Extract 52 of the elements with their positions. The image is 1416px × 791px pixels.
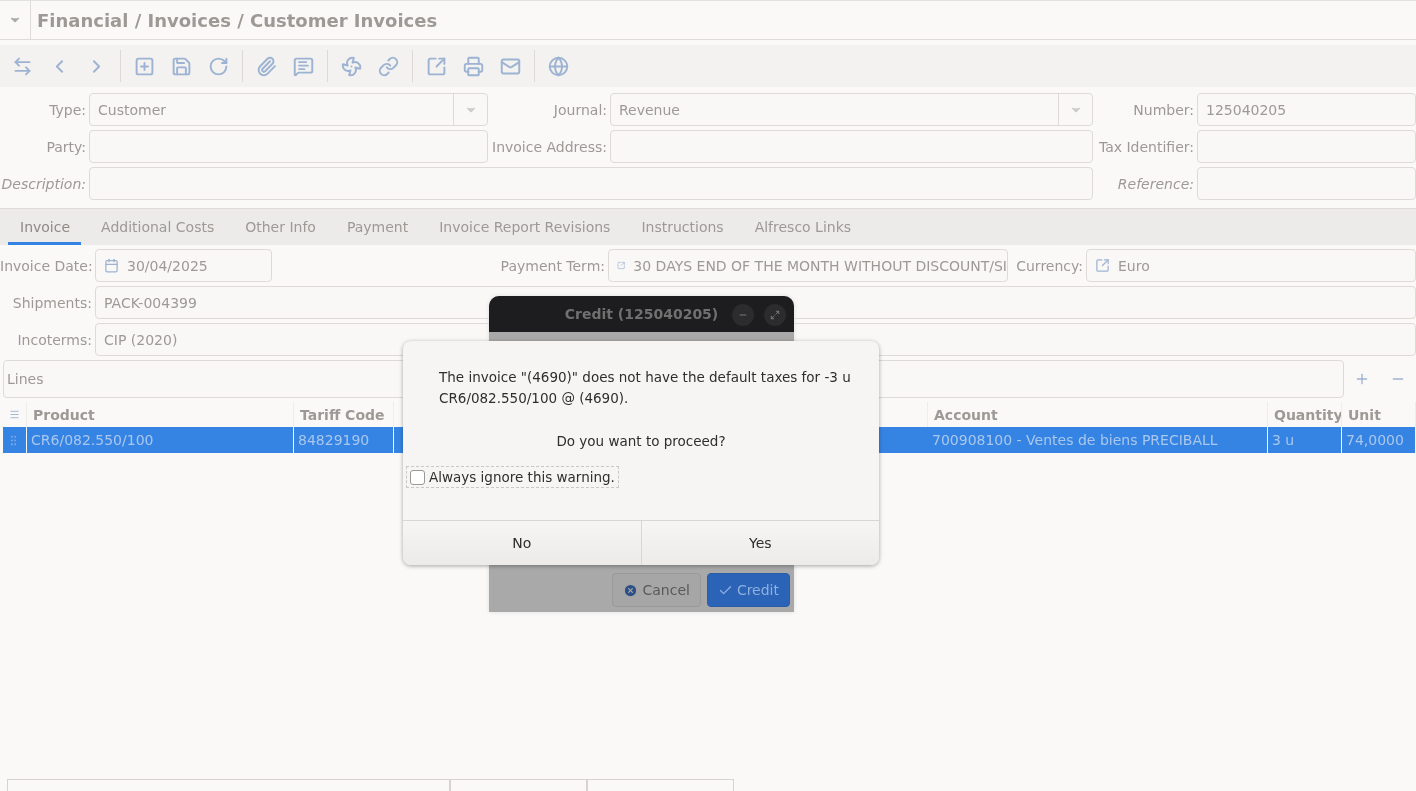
- tab[interactable]: Additional Costs: [89, 209, 226, 245]
- date-field[interactable]: 30/04/2025: [95, 249, 272, 282]
- credit-button[interactable]: Credit: [706, 573, 790, 607]
- tab[interactable]: Alfresco Links: [742, 209, 863, 245]
- ignore-checkbox[interactable]: Always ignore this warning.: [406, 466, 619, 488]
- open-external-icon[interactable]: [1095, 258, 1110, 273]
- tab[interactable]: Other Info: [233, 209, 327, 245]
- no-button[interactable]: No: [403, 521, 641, 565]
- field-label: Journal:: [552, 101, 607, 118]
- select-field[interactable]: Customer: [89, 93, 488, 126]
- input-field[interactable]: Euro: [1086, 249, 1416, 282]
- field-label: Incoterms:: [16, 331, 92, 348]
- cancel-button[interactable]: Cancel: [612, 573, 701, 607]
- select-field[interactable]: Revenue: [610, 93, 1093, 126]
- field-label: Reference:: [1116, 175, 1194, 192]
- tab[interactable]: Payment: [334, 209, 420, 245]
- table-cell: 74,0000: [1342, 427, 1416, 453]
- table-cell: 3 u: [1268, 427, 1342, 453]
- field-label: Party:: [45, 138, 86, 155]
- input-field[interactable]: 125040205: [1197, 93, 1416, 126]
- window-title: Credit (125040205): [564, 306, 719, 322]
- field-label: Shipments:: [11, 294, 92, 311]
- input-field[interactable]: [1197, 130, 1416, 163]
- table-cell: 84829190: [294, 427, 394, 453]
- field-label: Invoice Address:: [491, 138, 607, 155]
- minimize-button[interactable]: [732, 304, 754, 326]
- input-field[interactable]: [610, 130, 1093, 163]
- maximize-icon: [770, 310, 780, 320]
- input-field[interactable]: [89, 130, 488, 163]
- maximize-button[interactable]: [764, 304, 786, 326]
- tab[interactable]: Invoice: [8, 209, 82, 245]
- field-label: Currency:: [1015, 257, 1083, 274]
- table-cell: 700908100 - Ventes de biens PRECIBALL: [928, 427, 1268, 453]
- calendar-icon: [104, 258, 119, 273]
- cancel-icon: [623, 582, 639, 598]
- field-label: Invoice Date:: [0, 257, 92, 274]
- question-text: Do you want to proceed?: [555, 433, 727, 449]
- field-label: Type:: [48, 101, 86, 118]
- tab[interactable]: Instructions: [629, 209, 735, 245]
- table-cell: CR6/082.550/100: [27, 427, 294, 453]
- yes-button[interactable]: Yes: [640, 521, 879, 565]
- field-label: Description:: [0, 175, 86, 192]
- field-label: Tax Identifier:: [1097, 138, 1194, 155]
- field-label: Payment Term:: [499, 257, 605, 274]
- tab-title: Financial / Invoices / Customer Invoices: [36, 9, 438, 31]
- input-field[interactable]: 30 DAYS END OF THE MONTH WITHOUT DISCOUNT/SI: [608, 249, 1008, 282]
- field-label: Number:: [1132, 101, 1194, 118]
- input-field[interactable]: [1197, 167, 1416, 200]
- warning-message: The invoice "(4690)" does not have the default taxes for -3 u CR6/082.550/100 @ (4690).: [438, 368, 852, 408]
- input-field[interactable]: [89, 167, 1093, 200]
- tab[interactable]: Invoice Report Revisions: [427, 209, 622, 245]
- row-handle[interactable]: [3, 427, 27, 453]
